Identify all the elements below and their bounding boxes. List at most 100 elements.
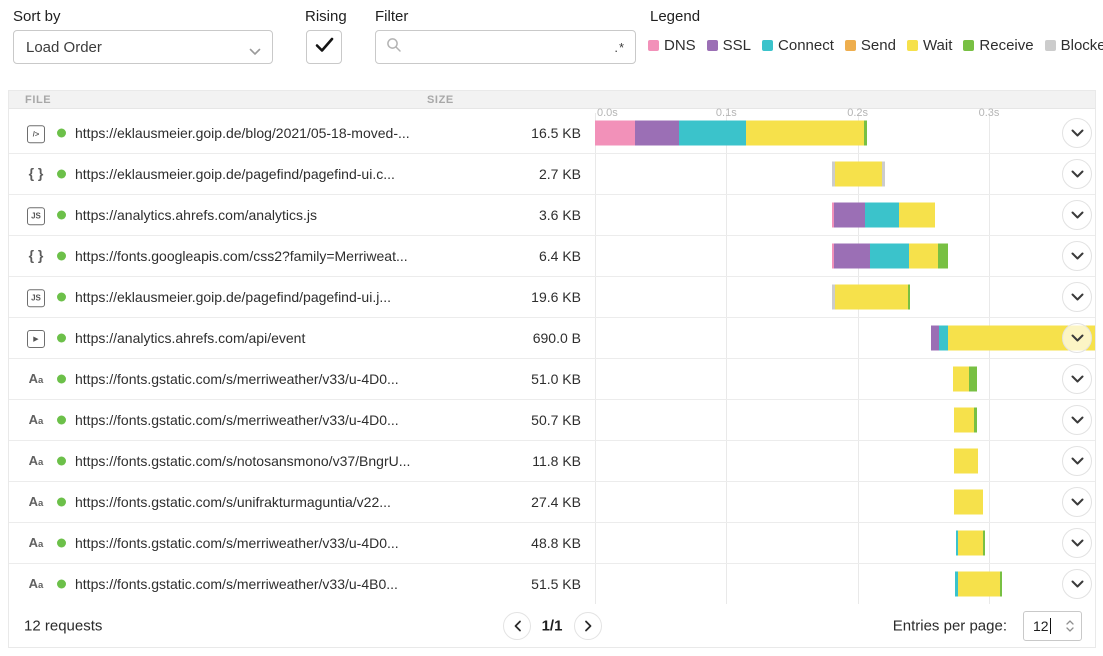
request-row[interactable]: Aahttps://fonts.gstatic.com/s/merriweath… (9, 359, 1095, 400)
legend-item-label: Wait (923, 37, 952, 54)
request-row[interactable]: Aahttps://fonts.gstatic.com/s/merriweath… (9, 523, 1095, 564)
request-row[interactable]: JShttps://analytics.ahrefs.com/analytics… (9, 195, 1095, 236)
segment-connect (865, 203, 899, 228)
expand-row-button[interactable] (1062, 118, 1092, 148)
status-ok-dot (57, 375, 66, 384)
status-ok-dot (57, 457, 66, 466)
expand-row-button[interactable] (1062, 569, 1092, 599)
request-row[interactable]: JShttps://eklausmeier.goip.de/pagefind/p… (9, 277, 1095, 318)
request-size: 6.4 KB (539, 248, 581, 264)
font-icon: Aa (23, 452, 49, 470)
filter-label: Filter (375, 8, 408, 25)
font-icon: Aa (23, 575, 49, 593)
expand-row-button[interactable] (1062, 487, 1092, 517)
column-header-size: SIZE (427, 94, 454, 106)
legend-item-dns: DNS (648, 37, 696, 54)
legend-item-ssl: SSL (707, 37, 751, 54)
stylesheet-icon: { } (23, 165, 49, 183)
legend-swatch-receive (963, 40, 974, 51)
expand-row-button[interactable] (1062, 241, 1092, 271)
request-url: https://fonts.gstatic.com/s/notosansmono… (75, 453, 410, 469)
expand-row-button[interactable] (1062, 405, 1092, 435)
expand-row-button[interactable] (1062, 200, 1092, 230)
expand-row-button[interactable] (1062, 446, 1092, 476)
request-row[interactable]: Aa https://fonts.gstatic.com/s/unifraktur… (9, 482, 1095, 523)
legend-item-wait: Wait (907, 37, 952, 54)
font-icon: Aa (23, 493, 49, 511)
spinner-up-icon (1066, 620, 1074, 625)
sort-by-value: Load Order (26, 39, 102, 56)
sort-by-label: Sort by (13, 8, 61, 25)
waterfall-bar (956, 531, 985, 556)
segment-wait (954, 490, 983, 515)
legend-swatch-connect (762, 40, 773, 51)
expand-row-button[interactable] (1062, 528, 1092, 558)
segment-receive (908, 285, 910, 310)
status-ok-dot (57, 252, 66, 261)
rising-label: Rising (305, 8, 347, 25)
request-row[interactable]: />https://eklausmeier.goip.de/blog/2021/… (9, 113, 1095, 154)
request-url: https://eklausmeier.goip.de/pagefind/pag… (75, 166, 395, 182)
waterfall-bar (832, 285, 910, 310)
regex-toggle[interactable]: .* (614, 40, 625, 55)
expand-row-button[interactable] (1062, 364, 1092, 394)
html-document-icon: /> (23, 123, 49, 143)
waterfall-bar (954, 490, 983, 515)
request-size: 2.7 KB (539, 166, 581, 182)
legend-swatch-dns (648, 40, 659, 51)
javascript-icon: JS (23, 205, 49, 225)
segment-receive (864, 121, 867, 146)
request-row[interactable]: Aa https://fonts.gstatic.com/s/merriweath… (9, 400, 1095, 441)
request-size: 3.6 KB (539, 207, 581, 223)
segment-receive (1000, 572, 1002, 597)
waterfall-bar (954, 408, 977, 433)
segment-dns (595, 121, 635, 146)
filter-input[interactable] (410, 39, 614, 55)
entries-per-page-input[interactable]: 12 (1023, 611, 1082, 641)
request-size: 690.0 B (533, 330, 581, 346)
expand-row-button[interactable] (1062, 323, 1092, 353)
request-url: https://fonts.gstatic.com/s/unifrakturma… (75, 494, 391, 510)
segment-wait (953, 367, 969, 392)
request-row[interactable]: Aahttps://fonts.gstatic.com/s/merriweath… (9, 564, 1095, 605)
request-row[interactable]: { }https://fonts.googleapis.com/css2?fam… (9, 236, 1095, 277)
segment-receive (983, 531, 985, 556)
legend-item-label: Blocked (1061, 37, 1103, 54)
table-footer: 12 requests 1/1 Entries per page: 12 (9, 604, 1095, 647)
expand-row-button[interactable] (1062, 159, 1092, 189)
previous-page-button[interactable] (503, 612, 531, 640)
number-spinner[interactable] (1062, 615, 1078, 637)
legend-item-label: Connect (778, 37, 834, 54)
segment-wait (835, 285, 908, 310)
status-ok-dot (57, 211, 66, 220)
legend: DNSSSLConnectSendWaitReceiveBlocked (648, 37, 1103, 54)
request-size: 16.5 KB (531, 125, 581, 141)
filter-search-box[interactable]: .* (375, 30, 636, 64)
rising-checkbox[interactable] (306, 30, 342, 64)
legend-item-connect: Connect (762, 37, 834, 54)
segment-connect (679, 121, 746, 146)
waterfall-bar (595, 121, 867, 146)
request-row[interactable]: ▶https://analytics.ahrefs.com/api/event6… (9, 318, 1095, 359)
waterfall-app: Sort by Load Order Rising Filter .* Lege… (0, 0, 1103, 656)
segment-wait (909, 244, 938, 269)
request-row[interactable]: Aa https://fonts.gstatic.com/s/notosansmo… (9, 441, 1095, 482)
request-size: 50.7 KB (531, 412, 581, 428)
search-icon (386, 37, 402, 58)
waterfall-bar (954, 449, 978, 474)
page-indicator: 1/1 (542, 617, 563, 634)
expand-row-button[interactable] (1062, 282, 1092, 312)
next-page-button[interactable] (574, 612, 602, 640)
status-ok-dot (57, 580, 66, 589)
segment-wait (958, 531, 983, 556)
request-url: https://fonts.gstatic.com/s/merriweather… (75, 371, 399, 387)
request-url: https://fonts.gstatic.com/s/merriweather… (75, 412, 399, 428)
sort-by-select[interactable]: Load Order (13, 30, 273, 64)
legend-label: Legend (650, 8, 700, 25)
request-size: 48.8 KB (531, 535, 581, 551)
segment-wait (835, 162, 882, 187)
legend-item-label: Receive (979, 37, 1033, 54)
request-row[interactable]: { } https://eklausmeier.goip.de/pagefind/… (9, 154, 1095, 195)
legend-item-receive: Receive (963, 37, 1033, 54)
font-icon: Aa (23, 411, 49, 429)
